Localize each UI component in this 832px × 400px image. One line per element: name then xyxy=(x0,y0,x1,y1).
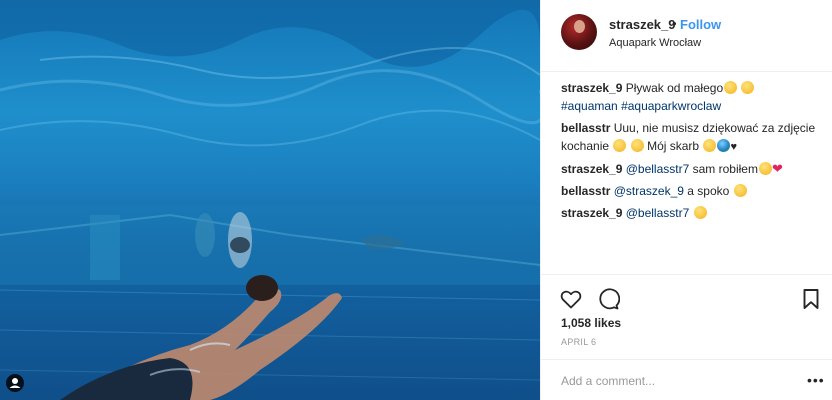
comments-list: straszek_9 Pływak od małego #aquaman #aq… xyxy=(561,79,823,226)
comment-item: straszek_9 @bellasstr7 sam robiłem ❤ xyxy=(561,160,823,178)
comment-text: Pływak od małego xyxy=(625,81,724,95)
separator-dot: • xyxy=(672,16,677,31)
hand-over-mouth-emoji-icon xyxy=(703,139,717,152)
disappointed-face-emoji-icon xyxy=(693,206,707,219)
comment-user[interactable]: straszek_9 xyxy=(561,206,622,220)
add-comment-input[interactable] xyxy=(561,370,791,392)
comment-item: bellasstr @straszek_9 a spoko xyxy=(561,182,823,200)
post-side-panel: straszek_9 • Follow Aquapark Wrocław str… xyxy=(540,0,832,400)
black-heart-emoji-icon: ♥ xyxy=(730,141,737,153)
instagram-post: straszek_9 • Follow Aquapark Wrocław str… xyxy=(0,0,832,400)
post-photo[interactable] xyxy=(0,0,540,400)
hashtag-link[interactable]: #aquaman xyxy=(561,99,618,113)
globe-emoji-icon xyxy=(717,139,731,152)
follow-button[interactable]: Follow xyxy=(680,17,721,32)
more-options-icon[interactable]: ••• xyxy=(807,372,825,388)
smiling-face-with-sunglasses-emoji-icon xyxy=(741,81,755,94)
bookmark-icon[interactable] xyxy=(799,287,823,311)
mention-link[interactable]: @bellasstr7 xyxy=(626,206,690,220)
comment-user[interactable]: bellasstr xyxy=(561,121,610,135)
comment-user[interactable]: straszek_9 xyxy=(561,81,622,95)
avatar[interactable] xyxy=(561,14,597,50)
like-heart-icon[interactable] xyxy=(559,287,583,311)
user-tag-icon[interactable] xyxy=(6,374,28,396)
comment-caption: straszek_9 Pływak od małego #aquaman #aq… xyxy=(561,79,823,115)
comment-text: a spoko xyxy=(687,184,730,198)
comment-text: sam robiłem xyxy=(692,162,758,176)
mention-link[interactable]: @bellasstr7 xyxy=(626,162,690,176)
add-comment-bar: ••• xyxy=(541,359,832,400)
underwater-scene xyxy=(0,0,540,400)
post-header: straszek_9 • Follow Aquapark Wrocław xyxy=(541,0,832,72)
comment-text: Mój skarb xyxy=(647,139,700,153)
comment-item: bellasstr Uuu, nie musisz dziękować za z… xyxy=(561,119,823,156)
pensive-face-emoji-icon xyxy=(733,184,747,197)
author-username[interactable]: straszek_9 xyxy=(609,17,676,32)
red-heart-emoji-icon: ❤ xyxy=(771,161,783,176)
comment-user[interactable]: straszek_9 xyxy=(561,162,622,176)
smirking-face-emoji-icon xyxy=(613,139,627,152)
hashtag-link[interactable]: #aquaparkwroclaw xyxy=(621,99,721,113)
comment-bubble-icon[interactable] xyxy=(596,287,621,311)
post-actions xyxy=(541,274,832,318)
comment-item: straszek_9 @bellasstr7 xyxy=(561,204,823,222)
location-link[interactable]: Aquapark Wrocław xyxy=(609,37,701,49)
mention-link[interactable]: @straszek_9 xyxy=(614,184,684,198)
smiling-face-with-halo-emoji-icon xyxy=(758,162,772,175)
post-date[interactable]: APRIL 6 xyxy=(561,337,596,347)
smiling-face-with-halo-emoji-icon xyxy=(724,81,738,94)
grinning-face-emoji-icon xyxy=(630,139,644,152)
comment-user[interactable]: bellasstr xyxy=(561,184,610,198)
likes-count[interactable]: 1,058 likes xyxy=(561,316,621,330)
